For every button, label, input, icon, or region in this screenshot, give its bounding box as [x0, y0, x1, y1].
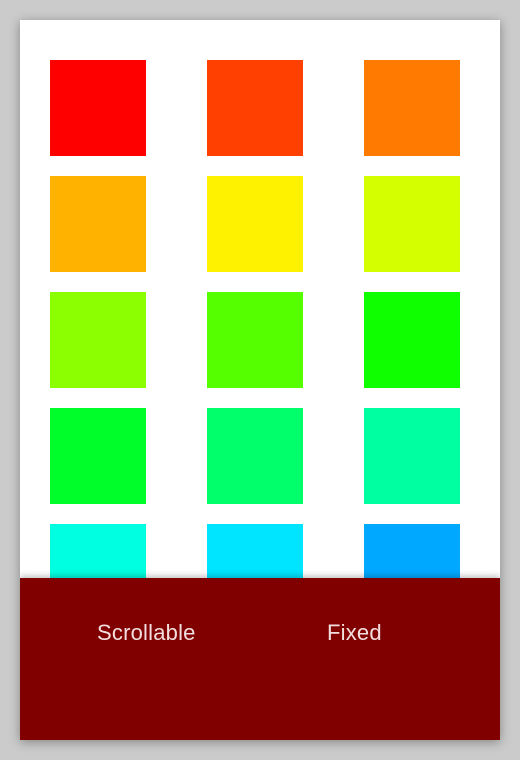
- color-swatch-bright-green[interactable]: [50, 408, 146, 504]
- tab-scrollable[interactable]: Scrollable: [97, 620, 196, 646]
- app-screen: Scrollable Fixed: [20, 20, 500, 740]
- color-grid-scroll-area[interactable]: [20, 20, 500, 578]
- color-swatch-orange[interactable]: [364, 60, 460, 156]
- color-swatch-red-orange[interactable]: [207, 60, 303, 156]
- color-swatch-aquamarine[interactable]: [364, 408, 460, 504]
- tab-fixed[interactable]: Fixed: [327, 620, 382, 646]
- color-swatch-yellow[interactable]: [207, 176, 303, 272]
- color-swatch-turquoise[interactable]: [50, 524, 146, 578]
- tab-bar: Scrollable Fixed: [20, 578, 500, 740]
- color-swatch-lime[interactable]: [207, 292, 303, 388]
- color-swatch-spring-green[interactable]: [207, 408, 303, 504]
- color-swatch-chartreuse[interactable]: [50, 292, 146, 388]
- color-swatch-cyan[interactable]: [207, 524, 303, 578]
- color-swatch-yellow-green[interactable]: [364, 176, 460, 272]
- color-swatch-red[interactable]: [50, 60, 146, 156]
- color-swatch-amber[interactable]: [50, 176, 146, 272]
- color-swatch-green[interactable]: [364, 292, 460, 388]
- color-grid: [50, 60, 460, 578]
- color-swatch-azure[interactable]: [364, 524, 460, 578]
